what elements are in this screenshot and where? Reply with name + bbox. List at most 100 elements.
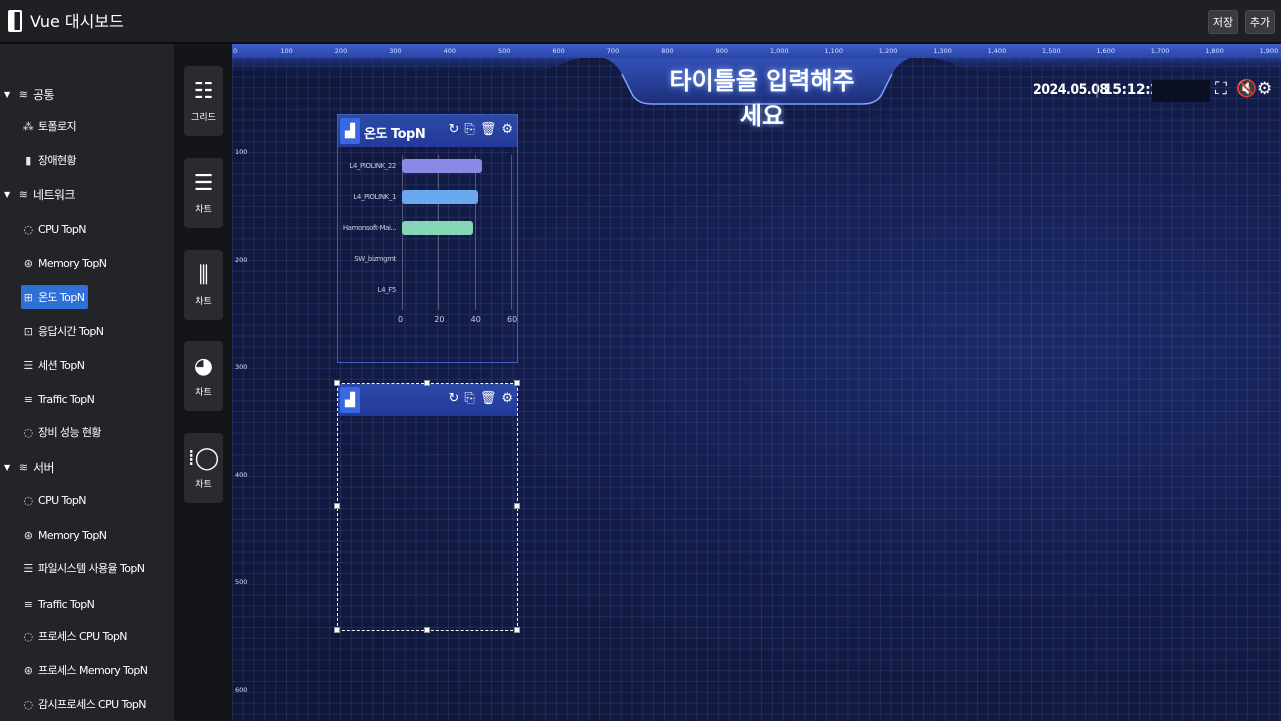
- palette-label: 차트: [195, 387, 212, 398]
- tree-item-net-temperature[interactable]: ⊞ 온도 TopN: [21, 285, 89, 309]
- widget-empty-selected[interactable]: ▟ ↻ ⎘ 🗑 ⚙: [334, 380, 520, 633]
- item-label: 장애현황: [38, 154, 77, 167]
- bar[interactable]: [402, 159, 482, 173]
- copy-icon[interactable]: ⎘: [464, 391, 474, 406]
- bar[interactable]: [402, 190, 479, 204]
- palette-gauge-chart-button[interactable]: ⁞◯ 차트: [184, 433, 223, 503]
- palette-vbar-chart-button[interactable]: ⫼ 차트: [184, 250, 223, 320]
- add-button[interactable]: 추가: [1245, 10, 1275, 34]
- caret-down-icon[interactable]: ▼: [4, 463, 14, 472]
- palette-pie-chart-button[interactable]: ◕ 차트: [184, 341, 223, 411]
- widget-title: 온도 TopN: [364, 127, 426, 142]
- tree-item-alerts[interactable]: ▮ 장애현황: [21, 148, 76, 172]
- list-icon: ☰: [23, 561, 33, 575]
- item-label: Memory TopN: [38, 256, 107, 270]
- fullscreen-icon[interactable]: ⛶: [1215, 79, 1227, 99]
- tree-item-net-perf[interactable]: ◌ 장비 성능 현황: [21, 420, 102, 444]
- resize-handle[interactable]: [424, 380, 430, 386]
- ruler-tick-label: 300: [235, 363, 248, 372]
- tree-item-srv-watch-cpu[interactable]: ◌ 감시프로세스 CPU TopN: [21, 692, 147, 716]
- tree-item-net-session[interactable]: ☰ 세션 TopN: [21, 353, 85, 377]
- layers-icon: ≋: [18, 87, 28, 101]
- tree-item-net-memory[interactable]: ⊛ Memory TopN: [21, 251, 107, 275]
- category-label: SW_bizmgmt: [354, 255, 396, 263]
- tree-item-net-response[interactable]: ⊡ 응답시간 TopN: [21, 319, 104, 343]
- refresh-icon[interactable]: ↻: [449, 391, 460, 406]
- widget-temperature-topn[interactable]: ▟ 온도 TopN ↻ ⎘ 🗑 ⚙ 0 20 40 60 L4_PIOLINK_22 L4…: [337, 114, 518, 363]
- resize-handle[interactable]: [514, 627, 520, 633]
- palette-label: 그리드: [191, 112, 216, 123]
- ruler-tick-label: 200: [235, 255, 248, 264]
- item-label: CPU TopN: [38, 222, 86, 236]
- resize-handle[interactable]: [334, 380, 340, 386]
- ruler-vertical: 100 200 300 400 500 600: [232, 44, 248, 721]
- copy-icon[interactable]: ⎘: [464, 122, 474, 137]
- resize-handle[interactable]: [334, 627, 340, 633]
- settings-icon[interactable]: ⚙: [501, 391, 513, 406]
- tree-item-net-traffic[interactable]: ≡ Traffic TopN: [21, 387, 95, 411]
- bar[interactable]: [402, 221, 473, 235]
- chart-icon: ▟: [340, 118, 360, 144]
- palette-label: 차트: [195, 204, 212, 215]
- category-label: L4_PIOLINK_22: [349, 162, 396, 170]
- item-label: 감시프로세스 CPU TopN: [38, 698, 146, 711]
- tree-item-topology[interactable]: ⁂ 토폴로지: [21, 114, 77, 138]
- tree-group-common[interactable]: ▼ ≋ 공통: [4, 82, 54, 106]
- palette-hbar-chart-button[interactable]: ☰ 차트: [184, 158, 223, 228]
- grid-icon: ☷: [193, 78, 214, 104]
- item-label: 온도 TopN: [38, 291, 85, 304]
- item-label: 장비 성능 현황: [38, 426, 102, 439]
- ruler-tick-label: 1,700: [1150, 47, 1170, 55]
- tree-item-srv-proc-memory[interactable]: ⊛ 프로세스 Memory TopN: [21, 658, 148, 682]
- caret-down-icon[interactable]: ▼: [4, 90, 14, 99]
- tree-item-net-cpu[interactable]: ◌ CPU TopN: [21, 217, 87, 241]
- delete-icon[interactable]: 🗑: [480, 391, 497, 406]
- ruler-horizontal: 0 100 200 300 400 500 600 700 800 900 1,000 1,100 1,…: [232, 44, 1281, 58]
- widget-header[interactable]: ▟ 온도 TopN ↻ ⎘ 🗑 ⚙: [338, 115, 517, 147]
- tree-item-srv-cpu[interactable]: ◌ CPU TopN: [21, 488, 87, 512]
- component-palette: ☷ 그리드 ☰ 차트 ⫼ 차트 ◕ 차트 ⁞◯ 차트: [174, 44, 232, 721]
- group-label: 서버: [33, 460, 54, 475]
- resize-handle[interactable]: [514, 380, 520, 386]
- thermometer-icon: ⊞: [23, 290, 33, 304]
- gauge-icon: ◌: [23, 629, 34, 643]
- item-label: 응답시간 TopN: [38, 325, 104, 338]
- caret-down-icon[interactable]: ▼: [4, 190, 14, 199]
- settings-gear-icon[interactable]: ⚙: [1257, 79, 1272, 99]
- settings-icon[interactable]: ⚙: [501, 122, 513, 137]
- date-time-separator: |: [1095, 83, 1100, 98]
- tree-item-srv-traffic[interactable]: ≡ Traffic TopN: [21, 592, 95, 616]
- tree-group-server[interactable]: ▼ ≋ 서버: [4, 455, 54, 479]
- masked-area: [1152, 80, 1210, 102]
- ruler-tick-label: 1,600: [1096, 47, 1115, 55]
- tree-item-srv-filesystem[interactable]: ☰ 파일시스템 사용율 TopN: [21, 556, 145, 580]
- category-label: L4_PIOLINK_1: [353, 193, 396, 201]
- widget-header[interactable]: ▟ ↻ ⎘ 🗑 ⚙: [338, 384, 517, 416]
- clock-icon: ⊡: [23, 324, 33, 338]
- ruler-tick-label: 500: [498, 47, 511, 55]
- grid-line: [474, 155, 476, 310]
- resize-handle[interactable]: [334, 503, 340, 509]
- ruler-tick-label: 1,900: [1259, 47, 1279, 55]
- resize-handle[interactable]: [514, 503, 520, 509]
- ruler-tick-label: 300: [389, 47, 402, 55]
- refresh-icon[interactable]: ↻: [449, 122, 460, 137]
- delete-icon[interactable]: 🗑: [480, 122, 497, 137]
- dashboard-title[interactable]: 타이틀을 입력해주세요: [662, 61, 862, 131]
- resize-handle[interactable]: [424, 627, 430, 633]
- save-button[interactable]: 저장: [1208, 10, 1238, 34]
- palette-grid-button[interactable]: ☷ 그리드: [184, 66, 223, 136]
- app-title: Vue 대시보드: [30, 12, 124, 31]
- pie-chart-icon: ◕: [193, 353, 214, 379]
- group-label: 네트워크: [33, 187, 75, 202]
- tree-item-srv-proc-cpu[interactable]: ◌ 프로세스 CPU TopN: [21, 624, 128, 648]
- layers-icon: ≋: [18, 460, 28, 474]
- ruler-tick-label: 700: [606, 47, 620, 55]
- tree-group-network[interactable]: ▼ ≋ 네트워크: [4, 182, 75, 206]
- ruler-tick-label: 800: [661, 47, 674, 55]
- mute-icon[interactable]: 🔇: [1236, 79, 1257, 99]
- item-label: 토폴로지: [38, 120, 77, 133]
- item-label: Traffic TopN: [38, 392, 95, 406]
- tree-item-srv-memory[interactable]: ⊛ Memory TopN: [21, 523, 107, 547]
- dashboard-canvas[interactable]: 0 100 200 300 400 500 600 700 800 900 1,000 1,100 1,…: [232, 44, 1281, 721]
